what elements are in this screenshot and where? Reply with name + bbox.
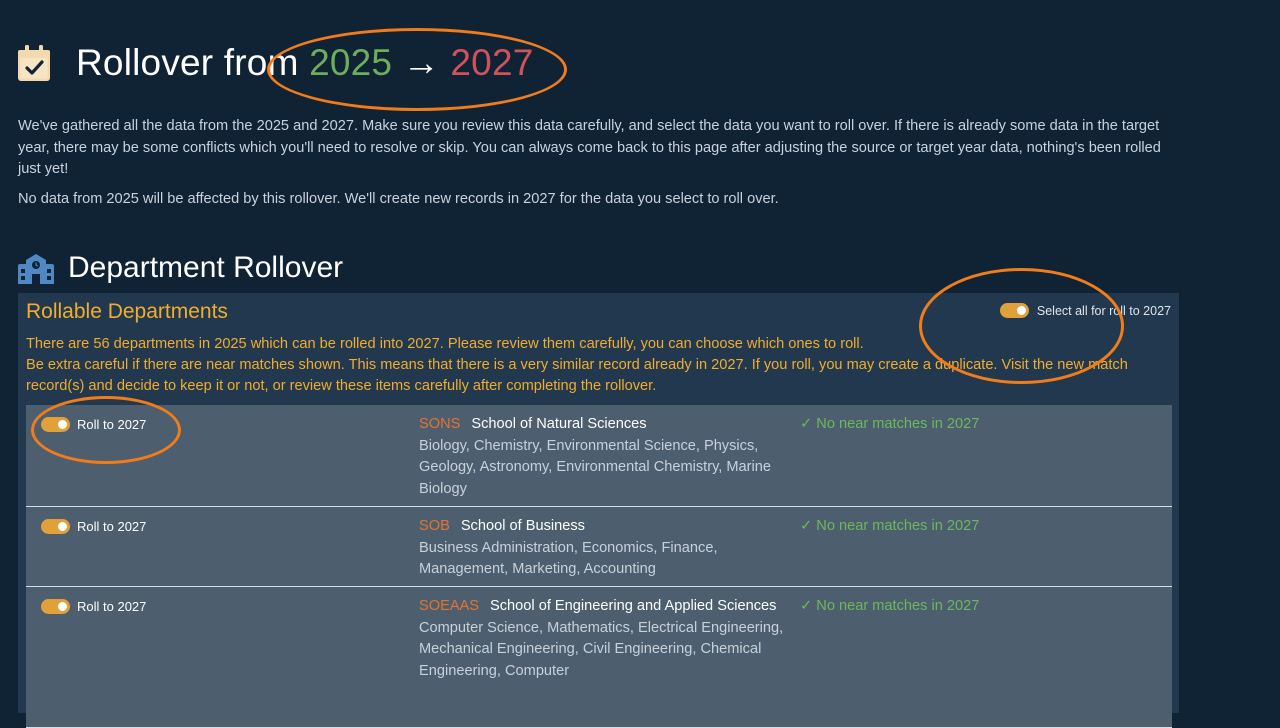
department-info: SONS School of Natural Sciences Biology, …	[419, 414, 784, 500]
roll-control[interactable]: Roll to 2027	[41, 519, 146, 534]
panel-warning-line: Be extra careful if there are near match…	[26, 357, 1128, 394]
department-name: School of Engineering and Applied Scienc…	[490, 598, 777, 614]
select-all-toggle[interactable]	[999, 303, 1029, 318]
to-year: 2027	[450, 42, 534, 83]
roll-label: Roll to 2027	[77, 599, 147, 614]
department-info: SOEAAS School of Engineering and Applied …	[419, 596, 784, 682]
roll-toggle[interactable]	[41, 417, 70, 432]
school-icon	[18, 254, 54, 284]
page-title: Rollover from 2025 → 2027	[76, 42, 534, 84]
department-subjects: Business Administration, Economics, Fina…	[419, 539, 718, 578]
intro-note: No data from 2025 will be affected by th…	[18, 190, 779, 207]
roll-toggle[interactable]	[41, 519, 70, 534]
roll-label: Roll to 2027	[77, 417, 147, 432]
department-subjects: Biology, Chemistry, Environmental Scienc…	[419, 437, 772, 497]
arrow-glyph: →	[402, 42, 440, 83]
intro-paragraph: We've gathered all the data from the 202…	[18, 118, 1161, 177]
roll-control[interactable]: Roll to 2027	[41, 599, 146, 614]
from-year: 2025	[309, 42, 393, 83]
match-status: ✓ No near matches in 2027	[800, 598, 980, 614]
department-name: School of Business	[460, 518, 585, 534]
department-code: SOEAAS	[419, 598, 480, 614]
match-status: ✓ No near matches in 2027	[800, 416, 980, 432]
match-status: ✓ No near matches in 2027	[800, 518, 980, 534]
department-row: Roll to 2027 SOB School of Business Busin…	[26, 507, 1172, 587]
panel-title: Rollable Departments	[26, 300, 228, 323]
rollable-departments-panel: Rollable Departments Select all for roll…	[18, 293, 1179, 728]
roll-control[interactable]: Roll to 2027	[41, 417, 146, 432]
section-title: Department Rollover	[68, 251, 344, 284]
section-header: Department Rollover	[18, 251, 343, 285]
select-all-control[interactable]: Select all for roll to 2027	[999, 303, 1171, 318]
department-row: Roll to 2027 SOEAAS School of Engineering…	[26, 587, 1172, 728]
department-row: Roll to 2027 SONS School of Natural Scien…	[26, 405, 1172, 507]
calendar-check-icon	[18, 45, 50, 81]
select-all-label: Select all for roll to 2027	[1036, 303, 1171, 318]
department-code: SOB	[419, 518, 450, 534]
page-header: Rollover from 2025 → 2027	[18, 42, 534, 84]
roll-label: Roll to 2027	[77, 519, 147, 534]
panel-description-line: There are 56 departments in 2025 which c…	[26, 336, 864, 352]
department-list: Roll to 2027 SONS School of Natural Scien…	[26, 405, 1172, 728]
department-code: SONS	[419, 416, 461, 432]
panel-description: There are 56 departments in 2025 which c…	[26, 334, 1171, 397]
intro-text: We've gathered all the data from the 202…	[18, 116, 1178, 210]
department-subjects: Computer Science, Mathematics, Electrica…	[419, 619, 784, 679]
roll-toggle[interactable]	[41, 599, 70, 614]
department-info: SOB School of Business Business Administr…	[419, 516, 784, 581]
title-prefix: Rollover from	[76, 42, 299, 83]
department-name: School of Natural Sciences	[471, 416, 647, 432]
